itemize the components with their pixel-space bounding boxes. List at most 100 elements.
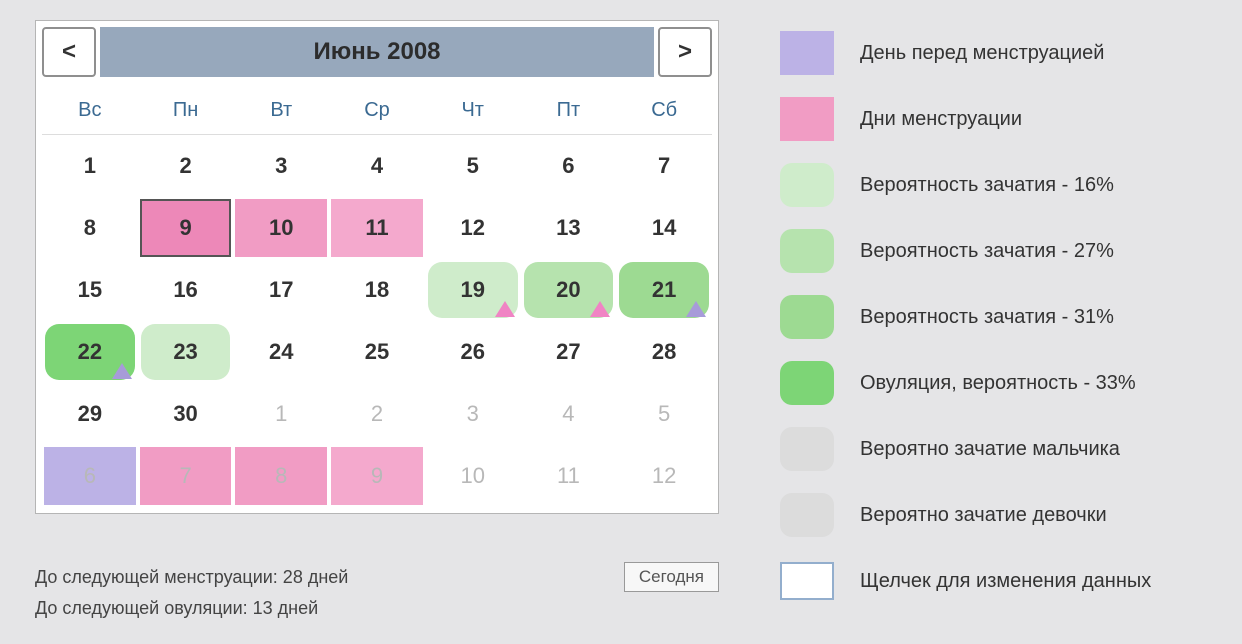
day-cell[interactable]: 2 [138,135,234,197]
legend-label: Вероятно зачатие девочки [860,504,1107,527]
day-cell[interactable]: 11 [521,445,617,507]
day-number: 3 [467,401,479,427]
day-cell[interactable]: 18 [329,259,425,321]
day-cell[interactable]: 5 [616,383,712,445]
day-cell[interactable]: 25 [329,321,425,383]
calendar-header: < Июнь 2008 > [42,27,712,77]
day-number: 10 [269,215,293,241]
month-title: Июнь 2008 [100,27,654,77]
day-cell[interactable]: 12 [616,445,712,507]
next-ovulation-label: До следующей овуляции: 13 дней [35,598,719,619]
day-number: 26 [460,339,484,365]
legend-label: Вероятность зачатия - 16% [860,174,1114,197]
day-number: 22 [78,339,102,365]
day-cell[interactable]: 22 [42,321,138,383]
day-cell[interactable]: 4 [329,135,425,197]
day-cell[interactable]: 27 [521,321,617,383]
day-number: 20 [556,277,580,303]
day-cell[interactable]: 10 [233,197,329,259]
day-number: 5 [658,401,670,427]
legend-swatch [780,427,834,471]
legend-label: Вероятность зачатия - 31% [860,306,1114,329]
day-cell[interactable]: 20 [521,259,617,321]
day-number: 3 [275,153,287,179]
day-number: 28 [652,339,676,365]
day-number: 19 [460,277,484,303]
day-cell[interactable]: 7 [616,135,712,197]
day-number: 1 [84,153,96,179]
calendar-panel: < Июнь 2008 > ВсПнВтСрЧтПтСб 12345678910… [35,20,719,514]
day-cell[interactable]: 13 [521,197,617,259]
triangle-icon [112,363,132,379]
weekday-5: Пт [521,87,617,134]
legend-swatch [780,229,834,273]
day-number: 7 [179,463,191,489]
triangle-icon [495,301,515,317]
day-number: 25 [365,339,389,365]
today-button[interactable]: Сегодня [624,562,719,592]
legend-panel: День перед менструацией Дни менструации Ве… [780,20,1220,614]
legend-swatch [780,295,834,339]
day-cell[interactable]: 3 [233,135,329,197]
day-number: 8 [84,215,96,241]
day-number: 10 [460,463,484,489]
weekday-3: Ср [329,87,425,134]
day-cell[interactable]: 9 [329,445,425,507]
day-number: 18 [365,277,389,303]
weekday-0: Вс [42,87,138,134]
legend-row: Вероятно зачатие мальчика [780,416,1220,482]
day-cell[interactable]: 2 [329,383,425,445]
day-cell[interactable]: 8 [42,197,138,259]
day-cell[interactable]: 29 [42,383,138,445]
day-cell[interactable]: 7 [138,445,234,507]
day-cell[interactable]: 1 [42,135,138,197]
day-number: 30 [173,401,197,427]
day-number: 14 [652,215,676,241]
day-cell[interactable]: 8 [233,445,329,507]
weekday-header: ВсПнВтСрЧтПтСб [42,87,712,135]
day-cell[interactable]: 1 [233,383,329,445]
day-cell[interactable]: 30 [138,383,234,445]
day-cell[interactable]: 15 [42,259,138,321]
day-cell[interactable]: 23 [138,321,234,383]
legend-row: Вероятно зачатие девочки [780,482,1220,548]
day-cell[interactable]: 6 [521,135,617,197]
next-menstruation-label: До следующей менструации: 28 дней [35,567,348,588]
legend-label: День перед менструацией [860,42,1104,65]
day-cell[interactable]: 5 [425,135,521,197]
day-cell[interactable]: 19 [425,259,521,321]
day-cell[interactable]: 26 [425,321,521,383]
day-cell[interactable]: 14 [616,197,712,259]
day-number: 23 [173,339,197,365]
legend-row: Вероятность зачатия - 27% [780,218,1220,284]
day-number: 15 [78,277,102,303]
day-cell[interactable]: 9 [138,197,234,259]
day-cell[interactable]: 10 [425,445,521,507]
day-cell[interactable]: 4 [521,383,617,445]
legend-row: День перед менструацией [780,20,1220,86]
legend-swatch [780,562,834,600]
day-number: 5 [467,153,479,179]
day-number: 21 [652,277,676,303]
day-cell[interactable]: 24 [233,321,329,383]
legend-label: Овуляция, вероятность - 33% [860,372,1136,395]
day-number: 12 [652,463,676,489]
legend-row: Дни менструации [780,86,1220,152]
day-number: 4 [562,401,574,427]
day-cell[interactable]: 11 [329,197,425,259]
weekday-1: Пн [138,87,234,134]
day-number: 9 [371,463,383,489]
day-cell[interactable]: 28 [616,321,712,383]
day-cell[interactable]: 21 [616,259,712,321]
next-month-button[interactable]: > [658,27,712,77]
day-cell[interactable]: 12 [425,197,521,259]
legend-row: Щелчек для изменения данных [780,548,1220,614]
day-cell[interactable]: 6 [42,445,138,507]
legend-row: Вероятность зачатия - 31% [780,284,1220,350]
day-number: 29 [78,401,102,427]
day-cell[interactable]: 16 [138,259,234,321]
day-cell[interactable]: 3 [425,383,521,445]
day-cell[interactable]: 17 [233,259,329,321]
prev-month-button[interactable]: < [42,27,96,77]
day-number: 4 [371,153,383,179]
